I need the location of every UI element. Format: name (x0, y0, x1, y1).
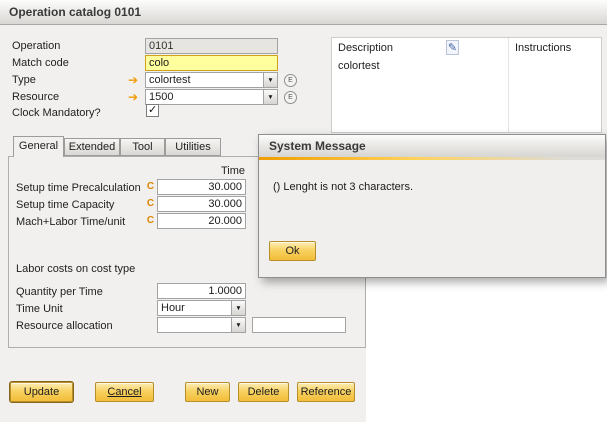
chevron-down-icon[interactable]: ▼ (231, 301, 245, 315)
time-unit-value: Hour (158, 301, 231, 315)
cancel-button[interactable]: Cancel (95, 382, 154, 402)
match-code-field[interactable] (145, 55, 278, 71)
type-value: colortest (146, 73, 263, 87)
mach-labor-field[interactable] (157, 213, 246, 229)
resource-value: 1500 (146, 90, 263, 104)
quantity-per-time-label: Quantity per Time (16, 284, 103, 300)
resource-label: Resource (12, 89, 59, 105)
type-dropdown[interactable]: colortest ▼ (145, 72, 278, 88)
active-window-accent-bar (259, 157, 605, 160)
setup-precalc-label: Setup time Precalculation (16, 180, 141, 196)
circle-e-icon[interactable]: E (284, 74, 297, 87)
operation-field[interactable] (145, 38, 278, 54)
ok-button[interactable]: Ok (269, 241, 316, 261)
time-unit-dropdown[interactable]: Hour ▼ (157, 300, 246, 316)
resource-allocation-extra-field[interactable] (252, 317, 346, 333)
cost-link[interactable]: C (146, 180, 155, 194)
type-label: Type (12, 72, 36, 88)
setup-capacity-label: Setup time Capacity (16, 197, 114, 213)
dialog-title: System Message (259, 135, 366, 157)
new-button[interactable]: New (185, 382, 230, 402)
circle-e-icon[interactable]: E (284, 91, 297, 104)
empty-background-area (366, 278, 607, 422)
dialog-message: () Lenght is not 3 characters. (273, 181, 413, 193)
notes-icon[interactable]: ✎ (446, 40, 459, 55)
resource-allocation-value (158, 318, 231, 332)
quantity-per-time-field[interactable] (157, 283, 246, 299)
description-header: Description (338, 41, 393, 56)
window-title: Operation catalog 0101 (0, 0, 141, 24)
time-unit-label: Time Unit (16, 301, 63, 317)
window-titlebar[interactable]: Operation catalog 0101 (0, 0, 607, 25)
chevron-down-icon[interactable]: ▼ (231, 318, 245, 332)
system-message-dialog: System Message () Lenght is not 3 charac… (258, 134, 606, 278)
resource-allocation-label: Resource allocation (16, 318, 113, 334)
clock-mandatory-checkbox[interactable]: ✓ (146, 104, 159, 117)
dialog-titlebar[interactable]: System Message (259, 135, 605, 157)
instructions-header: Instructions (515, 41, 571, 56)
description-panel: Description ✎ Instructions colortest (331, 37, 602, 133)
description-value: colortest (338, 58, 380, 74)
resource-dropdown[interactable]: 1500 ▼ (145, 89, 278, 105)
operation-label: Operation (12, 38, 60, 54)
tab-general[interactable]: General (13, 136, 64, 157)
chevron-down-icon[interactable]: ▼ (263, 90, 277, 104)
cost-link[interactable]: C (146, 197, 155, 211)
match-code-label: Match code (12, 55, 69, 71)
time-column-header: Time (157, 163, 245, 179)
tab-extended[interactable]: Extended (64, 138, 120, 156)
resource-allocation-dropdown[interactable]: ▼ (157, 317, 246, 333)
checkmark-icon: ✓ (148, 105, 158, 116)
update-button[interactable]: Update (10, 382, 73, 402)
labor-costs-section-label: Labor costs on cost type (16, 261, 135, 277)
reference-button[interactable]: Reference (297, 382, 355, 402)
setup-precalc-field[interactable] (157, 179, 246, 195)
delete-button[interactable]: Delete (238, 382, 289, 402)
chevron-down-icon[interactable]: ▼ (263, 73, 277, 87)
tab-tool[interactable]: Tool (120, 138, 165, 156)
link-arrow-icon[interactable]: ➔ (126, 73, 140, 87)
clock-mandatory-label: Clock Mandatory? (12, 105, 101, 121)
column-divider (508, 38, 509, 132)
tab-utilities[interactable]: Utilities (165, 138, 221, 156)
mach-labor-label: Mach+Labor Time/unit (16, 214, 125, 230)
link-arrow-icon[interactable]: ➔ (126, 90, 140, 104)
setup-capacity-field[interactable] (157, 196, 246, 212)
cost-link[interactable]: C (146, 214, 155, 228)
